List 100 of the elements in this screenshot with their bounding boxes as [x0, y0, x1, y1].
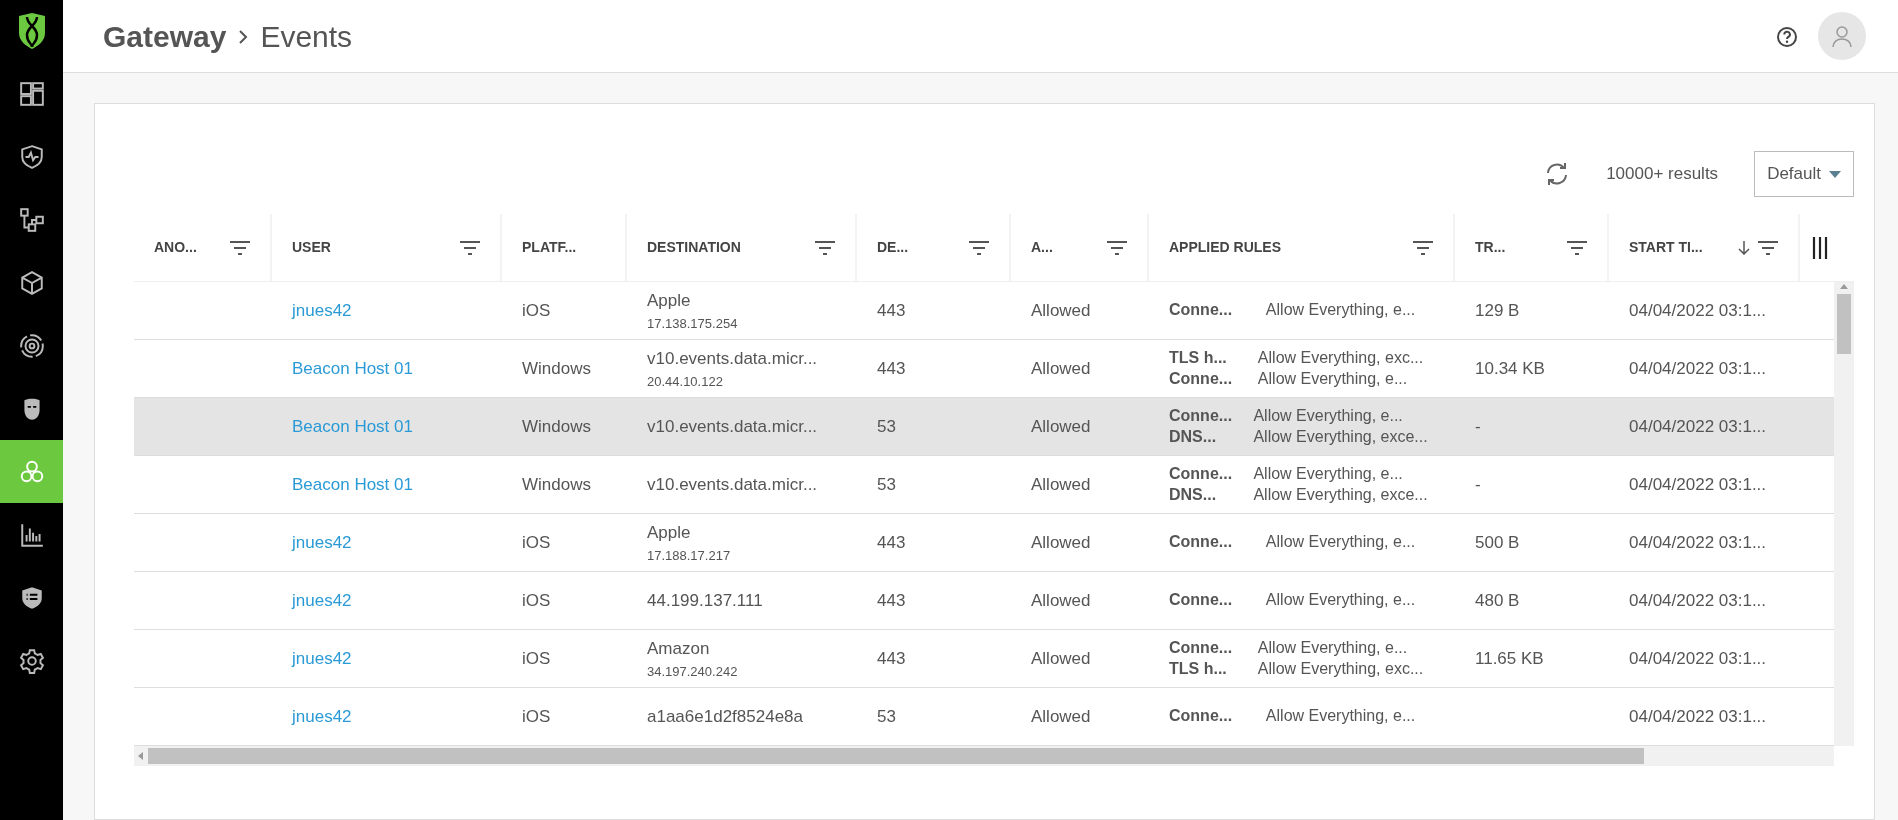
- column-header[interactable]: START TI...: [1609, 214, 1800, 281]
- table-cell: 04/04/2022 03:1...: [1629, 358, 1767, 378]
- table-cell: Windows: [522, 416, 591, 436]
- column-header[interactable]: TR...: [1455, 214, 1609, 281]
- table-cell: iOS: [522, 300, 551, 320]
- table-row[interactable]: jnues42 iOS Apple 17.188.17.217 443 Allowed Conne... Allow Everything, e... 500 B 04/04/2022 03:1...: [134, 514, 1834, 572]
- rule-policy: Allow Everything, e...: [1265, 590, 1417, 611]
- table-row[interactable]: jnues42 iOS 44.199.137.111 443 Allowed Conne... Allow Everything, e... 480 B 04/04/2022 03:1...: [134, 572, 1834, 630]
- table-cell: 443: [877, 532, 906, 552]
- filter-icon[interactable]: [969, 240, 989, 255]
- table-cell: Allowed: [1031, 300, 1091, 320]
- table-row[interactable]: jnues42 iOS Amazon 34.197.240.242 443 Allowed Conne... Allow Everything, e... TLS h... Allow Everything, exc... 11.65 KB 04/04/2022 03:1...: [134, 630, 1834, 688]
- table-row[interactable]: Beacon Host 01 Windows v10.events.data.micr... 53 Allowed Conne... Allow Everything, e... DNS... Allow Everything, exce... - 04/04/2022 03:1...: [134, 398, 1834, 456]
- rule-name: Conne...: [1169, 532, 1234, 553]
- horizontal-scrollbar[interactable]: [134, 746, 1834, 766]
- vertical-scrollbar[interactable]: [1834, 282, 1854, 746]
- rule-name: Conne...: [1169, 590, 1234, 611]
- table-cell: 04/04/2022 03:1...: [1629, 474, 1767, 494]
- network-nodes-icon: [18, 458, 45, 485]
- table-cell: Allowed: [1031, 590, 1091, 610]
- column-header[interactable]: DE...: [857, 214, 1011, 281]
- table-cell: iOS: [522, 590, 551, 610]
- shield-pulse-icon: [18, 143, 45, 170]
- table-cell-text: a1aa6e1d2f8524e8a: [647, 705, 804, 728]
- column-header[interactable]: DESTINATION: [627, 214, 857, 281]
- filter-icon[interactable]: [1758, 240, 1778, 255]
- table-cell-text: Apple: [647, 290, 692, 312]
- table-cell: 04/04/2022 03:1...: [1629, 590, 1767, 610]
- table-cell: 443: [877, 300, 906, 320]
- ip-address: 17.188.17.217: [647, 546, 732, 565]
- target-icon: [18, 332, 45, 359]
- rule-policy: Allow Everything, e...: [1257, 368, 1409, 389]
- table-cell-text: v10.events.data.micr...: [647, 348, 819, 370]
- rule-policy: Allow Everything, e...: [1253, 405, 1404, 426]
- column-header[interactable]: PLATF...: [502, 214, 627, 281]
- table-cell: 04/04/2022 03:1...: [1629, 532, 1767, 552]
- filter-icon[interactable]: [1413, 240, 1433, 255]
- filter-icon[interactable]: [230, 240, 250, 255]
- breadcrumb-item[interactable]: Gateway: [103, 13, 227, 59]
- filter-icon[interactable]: [1107, 240, 1127, 255]
- table-cell: 53: [877, 416, 896, 436]
- table-cell: Allowed: [1031, 706, 1091, 726]
- table-cell: 443: [877, 648, 906, 668]
- rule-name: DNS...: [1169, 426, 1218, 447]
- table-cell-text: 44.199.137.111: [647, 589, 764, 612]
- rule-policy: Allow Everything, e...: [1265, 532, 1417, 553]
- hierarchy-icon: [18, 206, 45, 233]
- rule-name: Conne...: [1169, 463, 1234, 484]
- column-header[interactable]: A...: [1011, 214, 1149, 281]
- breadcrumb-item: Events: [260, 18, 353, 55]
- gear-icon: [18, 647, 45, 674]
- rule-name: DNS...: [1169, 484, 1218, 505]
- table-cell: 480 B: [1475, 590, 1520, 610]
- table-cell: Allowed: [1031, 358, 1091, 378]
- rule-policy: Allow Everything, exc...: [1257, 347, 1425, 368]
- table-cell: 04/04/2022 03:1...: [1629, 706, 1767, 726]
- dashboard-icon: [18, 80, 45, 107]
- results-count: 10000+ results: [1606, 163, 1719, 186]
- rule-name: Conne...: [1169, 637, 1234, 658]
- shield-logo-icon: [16, 13, 47, 49]
- column-header[interactable]: APPLIED RULES: [1149, 214, 1455, 281]
- table-cell: Allowed: [1031, 416, 1091, 436]
- table-cell: 10.34 KB: [1475, 358, 1545, 378]
- view-dropdown[interactable]: Default: [1754, 151, 1854, 197]
- rule-policy: Allow Everything, e...: [1265, 300, 1417, 321]
- rule-name: Conne...: [1169, 405, 1234, 426]
- table-cell: 53: [877, 706, 896, 726]
- ip-address: 34.197.240.242: [647, 662, 739, 681]
- table-cell: -: [1475, 474, 1481, 494]
- table-cell-text: v10.events.data.micr...: [647, 415, 819, 438]
- filter-icon[interactable]: [1567, 240, 1587, 255]
- scrollbar-thumb[interactable]: [148, 748, 1644, 764]
- column-header[interactable]: USER: [272, 214, 502, 281]
- table-cell: iOS: [522, 706, 551, 726]
- filter-icon[interactable]: [460, 240, 480, 255]
- table-cell: Allowed: [1031, 474, 1091, 494]
- filter-icon[interactable]: [815, 240, 835, 255]
- rule-policy: Allow Everything, e...: [1265, 706, 1417, 727]
- rule-policy: Allow Everything, exce...: [1253, 426, 1429, 447]
- table-cell: 04/04/2022 03:1...: [1629, 648, 1767, 668]
- ip-address: 20.44.10.122: [647, 372, 724, 391]
- table-cell: Allowed: [1031, 532, 1091, 552]
- table-cell: Windows: [522, 358, 591, 378]
- cube-icon: [18, 269, 45, 296]
- rule-name: Conne...: [1169, 368, 1234, 389]
- column-header[interactable]: ANO...: [134, 214, 272, 281]
- rule-policy: Allow Everything, e...: [1253, 463, 1404, 484]
- table-cell-text: Amazon: [647, 638, 711, 660]
- table-cell: 04/04/2022 03:1...: [1629, 300, 1767, 320]
- help-button[interactable]: [1776, 24, 1798, 48]
- scrollbar-thumb[interactable]: [1837, 294, 1851, 354]
- table-cell: 11.65 KB: [1475, 648, 1544, 668]
- table-cell: 443: [877, 358, 906, 378]
- rule-name: Conne...: [1169, 300, 1234, 321]
- rule-name: TLS h...: [1169, 347, 1228, 368]
- caret-icon: [1829, 170, 1841, 178]
- table-row[interactable]: Beacon Host 01 Windows v10.events.data.micr... 53 Allowed Conne... Allow Everything, e... DNS... Allow Everything, exce... - 04/04/2022 03:1...: [134, 456, 1834, 514]
- rule-name: TLS h...: [1169, 658, 1228, 679]
- table-row[interactable]: jnues42 iOS Apple 17.138.175.254 443 Allowed Conne... Allow Everything, e... 129 B 04/04/2022 03:1...: [134, 282, 1834, 340]
- columns-icon[interactable]: [1812, 236, 1828, 259]
